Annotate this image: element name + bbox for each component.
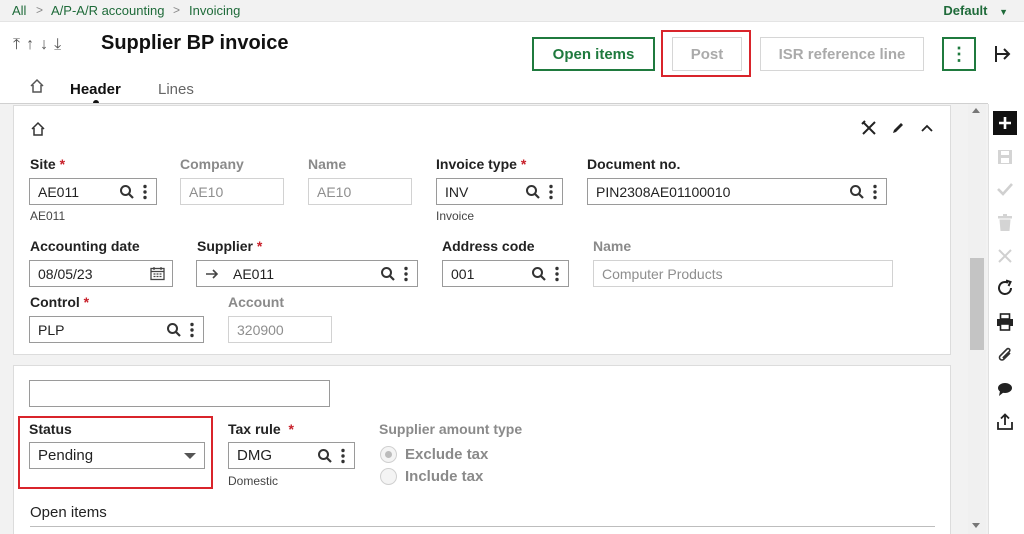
add-icon[interactable] bbox=[993, 111, 1017, 135]
invoice-type-value: INV bbox=[445, 183, 469, 200]
document-no-value: PIN2308AE01100010 bbox=[596, 183, 731, 200]
refresh-icon[interactable] bbox=[993, 276, 1017, 300]
kebab-icon[interactable] bbox=[140, 183, 150, 201]
default-menu-label: Default bbox=[943, 3, 988, 18]
breadcrumb-all[interactable]: All bbox=[12, 3, 26, 18]
calendar-icon[interactable] bbox=[148, 265, 166, 283]
name-label: Name bbox=[308, 156, 347, 172]
supplier-field[interactable]: AE011 bbox=[196, 260, 418, 287]
exclude-tax-label: Exclude tax bbox=[405, 446, 489, 463]
print-icon[interactable] bbox=[993, 310, 1017, 334]
supplier-label: Supplier * bbox=[197, 238, 263, 254]
address-code-label: Address code bbox=[442, 238, 535, 254]
invoice-type-label: Invoice type * bbox=[436, 156, 527, 172]
control-label: Control * bbox=[30, 294, 90, 310]
supplier-value: AE011 bbox=[233, 265, 274, 282]
post-button[interactable]: Post bbox=[672, 37, 742, 71]
tax-rule-label: Tax rule * bbox=[228, 421, 294, 437]
company-field: AE10 bbox=[180, 178, 284, 205]
status-value: Pending bbox=[38, 447, 94, 464]
include-tax-radio[interactable] bbox=[380, 468, 397, 485]
save-icon[interactable] bbox=[993, 145, 1017, 169]
exit-icon[interactable] bbox=[993, 44, 1013, 64]
trash-icon[interactable] bbox=[993, 211, 1017, 235]
tools-icon[interactable] bbox=[861, 120, 877, 136]
breadcrumb-invoicing[interactable]: Invoicing bbox=[189, 3, 240, 18]
invoice-type-field[interactable]: INV bbox=[436, 178, 563, 205]
accounting-date-label: Accounting date bbox=[30, 238, 140, 254]
comment-icon[interactable] bbox=[993, 377, 1017, 401]
home-icon[interactable] bbox=[29, 78, 45, 94]
site-value: AE011 bbox=[38, 183, 79, 200]
search-icon[interactable] bbox=[524, 183, 542, 201]
attachment-icon[interactable] bbox=[993, 343, 1017, 367]
kebab-icon[interactable] bbox=[187, 321, 197, 339]
control-value: PLP bbox=[38, 321, 65, 338]
home-icon[interactable] bbox=[30, 121, 46, 137]
name-label: Name bbox=[593, 238, 632, 254]
section-divider bbox=[30, 526, 935, 527]
tab-header[interactable]: Header bbox=[70, 81, 121, 98]
search-icon[interactable] bbox=[118, 183, 136, 201]
caret-down-icon bbox=[184, 452, 196, 459]
default-menu[interactable]: Default ▼ bbox=[943, 3, 1008, 18]
address-code-value: 001 bbox=[451, 265, 475, 282]
isr-reference-line-button[interactable]: ISR reference line bbox=[760, 37, 924, 71]
company-label: Company bbox=[180, 156, 244, 172]
control-field[interactable]: PLP bbox=[29, 316, 204, 343]
close-icon[interactable] bbox=[993, 244, 1017, 268]
document-no-field[interactable]: PIN2308AE01100010 bbox=[587, 178, 887, 205]
tax-rule-description: Domestic bbox=[228, 474, 279, 488]
tax-rule-field[interactable]: DMG bbox=[228, 442, 355, 469]
open-items-section-title: Open items bbox=[30, 504, 107, 521]
scroll-up-arrow[interactable] bbox=[972, 108, 980, 113]
search-icon[interactable] bbox=[379, 265, 397, 283]
scrollbar-thumb[interactable] bbox=[970, 258, 984, 350]
address-code-field[interactable]: 001 bbox=[442, 260, 569, 287]
kebab-icon[interactable] bbox=[338, 447, 348, 465]
accounting-date-field[interactable]: 08/05/23 bbox=[29, 260, 173, 287]
breadcrumb-separator: > bbox=[36, 3, 44, 17]
chevron-down-icon: ▼ bbox=[999, 7, 1008, 17]
exclude-tax-radio[interactable] bbox=[380, 446, 397, 463]
status-select[interactable]: Pending bbox=[29, 442, 205, 469]
kebab-icon[interactable] bbox=[401, 265, 411, 283]
name-field: AE10 bbox=[308, 178, 412, 205]
breadcrumb-separator: > bbox=[173, 3, 181, 17]
invoice-type-description: Invoice bbox=[436, 209, 475, 223]
supplier-name-field: Computer Products bbox=[593, 260, 893, 287]
chevron-up-icon[interactable] bbox=[919, 120, 935, 136]
check-icon[interactable] bbox=[993, 177, 1017, 201]
kebab-icon[interactable] bbox=[546, 183, 556, 201]
site-field[interactable]: AE011 bbox=[29, 178, 157, 205]
status-label: Status bbox=[29, 421, 72, 437]
site-label: Site * bbox=[30, 156, 66, 172]
open-items-button[interactable]: Open items bbox=[532, 37, 655, 71]
scroll-down-arrow[interactable] bbox=[972, 523, 980, 528]
accounting-date-value: 08/05/23 bbox=[38, 265, 93, 282]
breadcrumb-ap-ar-accounting[interactable]: A/P-A/R accounting bbox=[51, 3, 164, 18]
search-icon[interactable] bbox=[165, 321, 183, 339]
pencil-icon[interactable] bbox=[890, 120, 906, 136]
page-title: Supplier BP invoice bbox=[101, 32, 289, 54]
tab-lines[interactable]: Lines bbox=[158, 81, 194, 98]
kebab-icon[interactable] bbox=[870, 183, 880, 201]
supplier-amount-type-label: Supplier amount type bbox=[379, 421, 523, 437]
site-description: AE011 bbox=[30, 209, 66, 223]
arrow-right-icon[interactable] bbox=[205, 268, 219, 280]
account-label: Account bbox=[228, 294, 284, 310]
search-icon[interactable] bbox=[848, 183, 866, 201]
document-no-label: Document no. bbox=[587, 156, 681, 172]
export-icon[interactable] bbox=[993, 410, 1017, 434]
kebab-icon[interactable] bbox=[552, 265, 562, 283]
account-field: 320900 bbox=[228, 316, 332, 343]
blank-input[interactable] bbox=[29, 380, 330, 407]
search-icon[interactable] bbox=[316, 447, 334, 465]
more-actions-button[interactable]: ⋮ bbox=[942, 37, 976, 71]
tax-rule-value: DMG bbox=[237, 447, 272, 464]
include-tax-label: Include tax bbox=[405, 468, 484, 485]
record-navigation[interactable]: ⤒↑↓⤓ bbox=[13, 36, 67, 54]
search-icon[interactable] bbox=[530, 265, 548, 283]
